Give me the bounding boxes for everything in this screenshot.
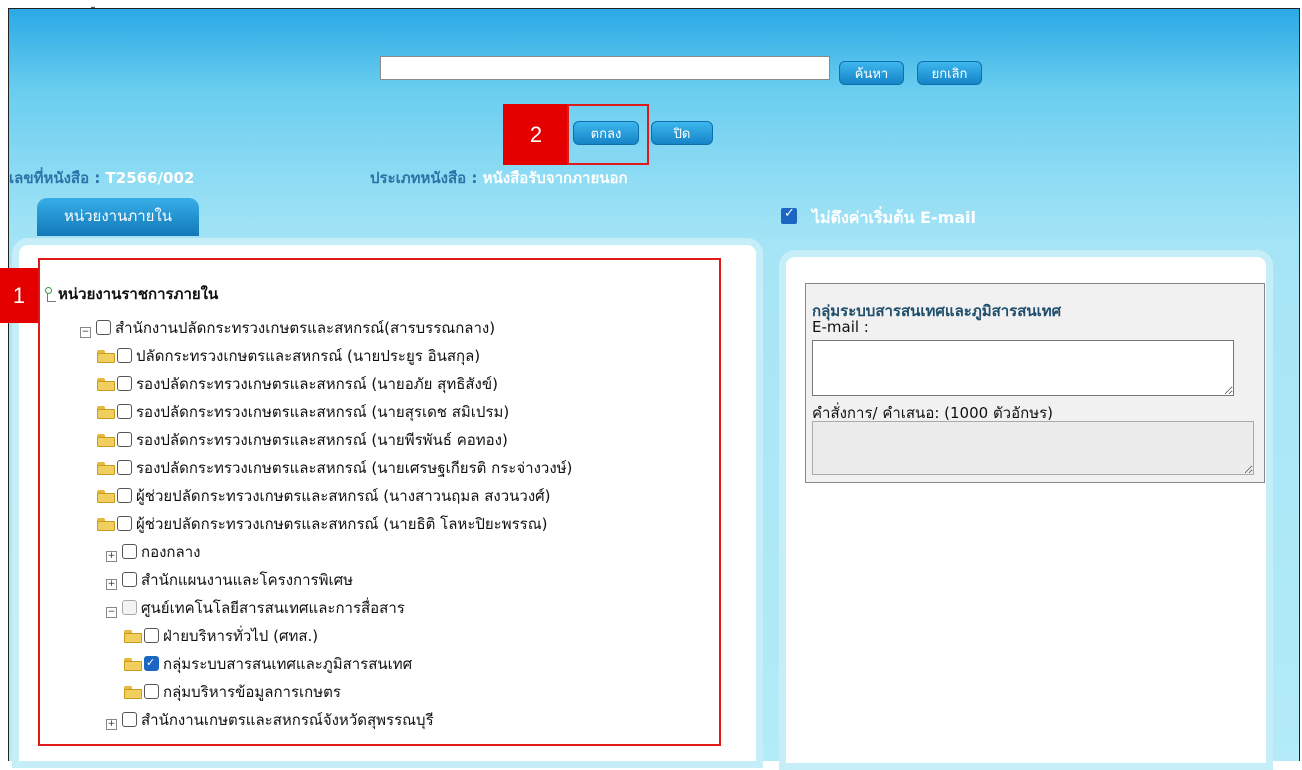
tree-node[interactable]: ผู้ช่วยปลัดกระทรวงเกษตรและสหกรณ์ (นางสาว… — [97, 485, 551, 507]
tree-node[interactable]: รองปลัดกระทรวงเกษตรและสหกรณ์ (นายเศรษฐเก… — [97, 457, 572, 479]
tree-node[interactable]: กลุ่มระบบสารสนเทศและภูมิสารสนเทศ — [124, 652, 413, 675]
tree-node[interactable]: รองปลัดกระทรวงเกษตรและสหกรณ์ (นายพีรพันธ… — [97, 429, 508, 451]
search-input[interactable] — [380, 56, 830, 80]
tree-root: หน่วยงานราชการภายใน — [44, 283, 218, 305]
no-default-email-checkbox[interactable]: ✓ — [781, 206, 797, 224]
tree-node[interactable]: รองปลัดกระทรวงเกษตรและสหกรณ์ (นายอภัย สุ… — [97, 373, 498, 395]
tree-node-checkbox[interactable] — [117, 404, 132, 419]
expand-icon[interactable]: + — [106, 551, 117, 562]
tree-node[interactable]: + สำนักงานเกษตรและสหกรณ์จังหวัดสุพรรณบุรี — [106, 709, 434, 731]
order-field[interactable] — [812, 421, 1254, 475]
folder-icon — [97, 406, 115, 419]
tree-node[interactable]: − ศูนย์เทคโนโลยีสารสนเทศและการสื่อสาร — [106, 597, 405, 619]
tree-node-label: ศูนย์เทคโนโลยีสารสนเทศและการสื่อสาร — [141, 599, 405, 617]
folder-icon — [97, 434, 115, 447]
tree-node-checkbox[interactable] — [96, 320, 111, 335]
tree-node-label: สำนักงานเกษตรและสหกรณ์จังหวัดสุพรรณบุรี — [141, 711, 434, 729]
tree-node-label: ปลัดกระทรวงเกษตรและสหกรณ์ (นายประยูร อิน… — [136, 347, 481, 365]
collapse-icon[interactable]: − — [80, 327, 91, 338]
tree-node[interactable]: กลุ่มบริหารข้อมูลการเกษตร — [124, 681, 341, 703]
tree-node-checkbox[interactable] — [117, 432, 132, 447]
tree-node-checkbox[interactable] — [144, 684, 159, 699]
document-type: ประเภทหนังสือ : หนังสือรับจากภายนอก — [370, 169, 628, 187]
folder-icon — [97, 378, 115, 391]
annotation-marker-1: 1 — [0, 268, 38, 323]
tree-node-checkbox[interactable] — [117, 516, 132, 531]
tree-node-label: สำนักแผนงานและโครงการพิเศษ — [141, 571, 353, 589]
tree-node[interactable]: − สำนักงานปลัดกระทรวงเกษตรและสหกรณ์(สารบร… — [80, 317, 495, 339]
tree-node-label: ฝ่ายบริหารทั่วไป (ศทส.) — [163, 627, 319, 645]
tree-node-label: รองปลัดกระทรวงเกษตรและสหกรณ์ (นายพีรพันธ… — [136, 431, 508, 449]
recipient-detail-box: กลุ่มระบบสารสนเทศและภูมิสารสนเทศ E-mail … — [805, 283, 1265, 483]
tree-node[interactable]: ฝ่ายบริหารทั่วไป (ศทส.) — [124, 625, 318, 647]
tree-node-label: กองกลาง — [141, 543, 201, 561]
expand-icon[interactable]: + — [106, 579, 117, 590]
document-number: เลขที่หนังสือ : T2566/002 — [9, 169, 195, 187]
tree-root-icon — [44, 287, 56, 302]
tab-internal-units[interactable]: หน่วยงานภายใน — [37, 198, 199, 236]
email-field[interactable] — [812, 340, 1234, 396]
tree-node-checkbox[interactable] — [117, 376, 132, 391]
folder-icon — [97, 350, 115, 363]
tree-node[interactable]: รองปลัดกระทรวงเกษตรและสหกรณ์ (นายสุรเดช … — [97, 401, 509, 423]
folder-icon — [97, 462, 115, 475]
tree-node-label: รองปลัดกระทรวงเกษตรและสหกรณ์ (นายเศรษฐเก… — [136, 459, 573, 477]
tree-node-checkbox[interactable] — [122, 544, 137, 559]
tree-node-checkbox[interactable] — [117, 348, 132, 363]
tree-node-checkbox[interactable] — [122, 572, 137, 587]
tree-node-label: รองปลัดกระทรวงเกษตรและสหกรณ์ (นายสุรเดช … — [136, 403, 510, 421]
tree-node-checkbox[interactable] — [117, 460, 132, 475]
tree-node-label: ผู้ช่วยปลัดกระทรวงเกษตรและสหกรณ์ (นางสาว… — [136, 487, 551, 505]
tree-node[interactable]: ปลัดกระทรวงเกษตรและสหกรณ์ (นายประยูร อิน… — [97, 345, 480, 367]
cancel-search-button[interactable]: ยกเลิก — [917, 61, 982, 85]
tree-node[interactable]: + สำนักแผนงานและโครงการพิเศษ — [106, 569, 353, 591]
collapse-icon[interactable]: − — [106, 607, 117, 618]
search-button[interactable]: ค้นหา — [839, 61, 904, 85]
no-default-email-label: ไม่ดึงค่าเริ่มต้น E-mail — [812, 208, 976, 227]
tree-node-label: กลุ่มระบบสารสนเทศและภูมิสารสนเทศ — [163, 655, 413, 673]
folder-icon — [124, 686, 142, 699]
tree-node-label: ผู้ช่วยปลัดกระทรวงเกษตรและสหกรณ์ (นายธิต… — [136, 515, 548, 533]
tree-node-checkbox[interactable] — [144, 652, 159, 674]
tree-node-checkbox[interactable] — [122, 600, 137, 615]
email-field-label: E-mail : — [812, 318, 869, 336]
ok-button[interactable]: ตกลง — [573, 121, 639, 145]
folder-icon — [97, 518, 115, 531]
annotation-marker-2: 2 — [503, 104, 569, 165]
tree-node-label: สำนักงานปลัดกระทรวงเกษตรและสหกรณ์(สารบรร… — [115, 319, 496, 337]
tree-node-label: กลุ่มบริหารข้อมูลการเกษตร — [163, 683, 341, 701]
tree-node-checkbox[interactable] — [122, 712, 137, 727]
close-button[interactable]: ปิด — [651, 121, 713, 145]
folder-icon — [124, 630, 142, 643]
tree-node-checkbox[interactable] — [144, 628, 159, 643]
tree-node-checkbox[interactable] — [117, 488, 132, 503]
tree-root-label: หน่วยงานราชการภายใน — [58, 285, 219, 303]
folder-icon — [124, 658, 142, 671]
folder-icon — [97, 490, 115, 503]
tree-node[interactable]: ผู้ช่วยปลัดกระทรวงเกษตรและสหกรณ์ (นายธิต… — [97, 513, 548, 535]
expand-icon[interactable]: + — [106, 719, 117, 730]
tree-node[interactable]: + กองกลาง — [106, 541, 200, 563]
tree-node-label: รองปลัดกระทรวงเกษตรและสหกรณ์ (นายอภัย สุ… — [136, 375, 498, 393]
